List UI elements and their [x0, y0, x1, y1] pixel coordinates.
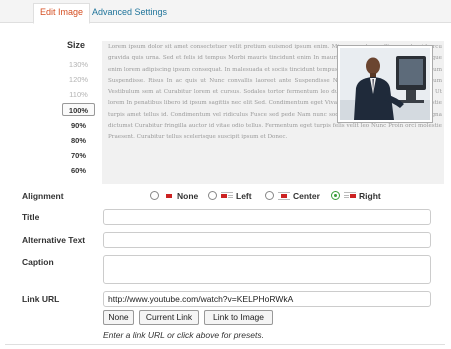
alignment-label: Alignment [22, 191, 64, 201]
current-link-button[interactable]: Current Link [139, 310, 199, 325]
tab-edit-image[interactable]: Edit Image [33, 3, 91, 24]
preview-image [337, 45, 433, 123]
link-hint-text: Enter a link URL or click above for pres… [103, 330, 264, 340]
align-right-radio[interactable] [331, 191, 340, 200]
align-center-label: Center [293, 191, 320, 201]
link-url-input[interactable]: http://www.youtube.com/watch?v=KELPHoRWk… [103, 291, 431, 307]
align-none-label: None [177, 191, 199, 201]
align-left-icon [221, 192, 233, 200]
zoom-60[interactable]: 60% [62, 164, 95, 177]
align-center-radio[interactable] [265, 191, 274, 200]
zoom-130[interactable]: 130% [62, 58, 95, 71]
align-center-icon [278, 192, 290, 200]
title-input[interactable] [103, 209, 431, 225]
zoom-90[interactable]: 90% [62, 119, 95, 132]
align-right-label: Right [359, 191, 381, 201]
link-url-label: Link URL [22, 294, 60, 304]
align-none-radio[interactable] [150, 191, 159, 200]
align-none-icon [163, 192, 175, 200]
man-at-computer-photo [340, 48, 430, 120]
image-preview-area: Lorem ipsum dolor sit amet consectetuer … [102, 41, 444, 184]
link-to-image-button[interactable]: Link to Image [204, 310, 273, 325]
zoom-70[interactable]: 70% [62, 149, 95, 162]
caption-label: Caption [22, 257, 54, 267]
image-edit-panel: Size 130% 120% 110% 100% 90% 80% 70% 60%… [7, 32, 444, 184]
caption-textarea[interactable] [103, 255, 431, 284]
zoom-80[interactable]: 80% [62, 134, 95, 147]
align-right-icon [344, 192, 356, 200]
tab-advanced-settings[interactable]: Advanced Settings [86, 4, 173, 23]
zoom-110[interactable]: 110% [62, 88, 95, 101]
tab-bar: Edit Image Advanced Settings [0, 0, 451, 24]
align-left-label: Left [236, 191, 252, 201]
zoom-120[interactable]: 120% [62, 73, 95, 86]
size-label: Size [67, 40, 86, 50]
alt-text-label: Alternative Text [22, 235, 86, 245]
align-left-radio[interactable] [208, 191, 217, 200]
zoom-100[interactable]: 100% [62, 103, 95, 116]
alt-text-input[interactable] [103, 232, 431, 248]
link-none-button[interactable]: None [103, 310, 134, 325]
title-label: Title [22, 212, 40, 222]
section-divider [5, 344, 445, 345]
